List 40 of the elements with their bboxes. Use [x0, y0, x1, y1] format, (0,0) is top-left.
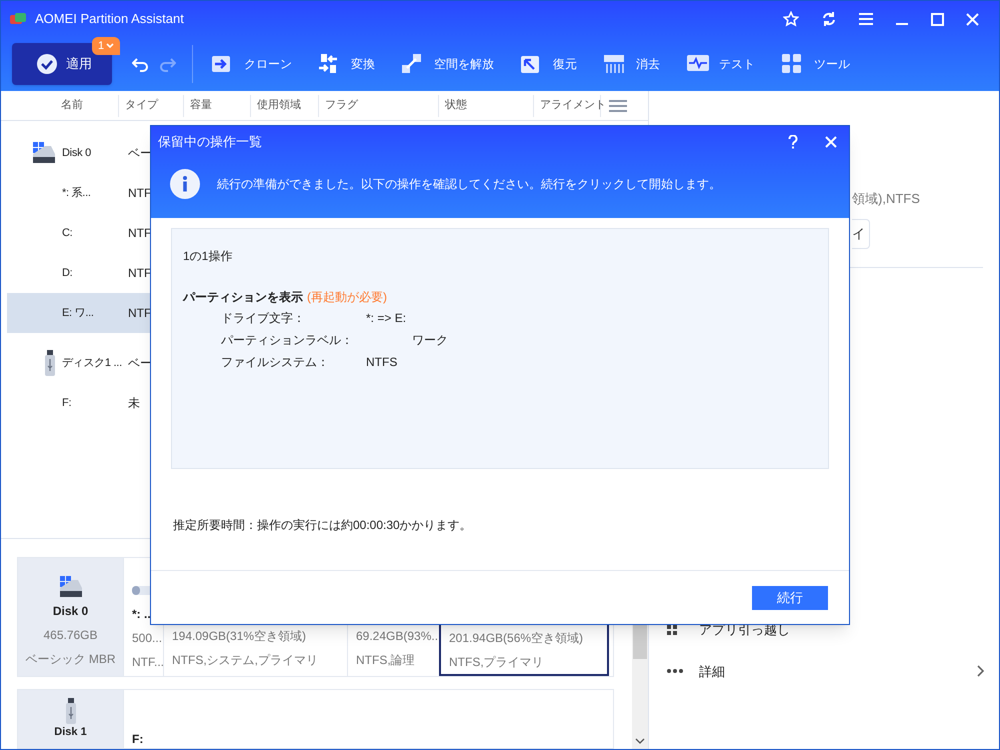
- disk-name: C:: [62, 226, 74, 241]
- partition-info: NTFS,論理: [356, 652, 416, 669]
- operation-title: パーティションを表示: [183, 289, 303, 306]
- type-text: NTF: [128, 265, 152, 282]
- disk-name: F:: [62, 396, 72, 411]
- partition-info: NTF...: [132, 654, 163, 671]
- dialog-title: 保留中の操作一覧: [158, 133, 262, 152]
- partition-name: *: ..: [132, 606, 152, 623]
- type-text: NTF: [128, 185, 152, 202]
- detail-label: パーティションラベル：: [221, 332, 354, 349]
- disk-name: Disk 0: [52, 603, 88, 620]
- partition-size: 500....: [132, 630, 163, 647]
- disk-name: ディスク1 ...: [62, 356, 123, 371]
- detail-value: ワーク: [411, 332, 448, 349]
- partition-summary-text: 領域),NTFS: [852, 191, 920, 206]
- disk-size: 465.76GB: [43, 627, 98, 644]
- type-text: 未: [128, 395, 140, 412]
- partition-size: 194.09GB(31%空き領域): [172, 628, 308, 645]
- type-text: NTF: [128, 225, 152, 242]
- operation-count: 1の1操作: [183, 248, 234, 265]
- disk-name: Disk 0: [62, 146, 92, 161]
- disk-name: Disk 1: [54, 725, 87, 740]
- detail-value: *: => E:: [366, 310, 406, 327]
- disk-name: D:: [62, 266, 74, 281]
- detail-value: NTFS: [366, 354, 398, 371]
- disk-type: ベーシック MBR: [26, 651, 116, 668]
- restart-required-note: (再起動が必要): [307, 289, 387, 306]
- partition-size: 201.94GB(56%空き領域): [449, 630, 584, 647]
- partition-info: NTFS,プライマリ: [449, 654, 545, 671]
- partition-size: 69.24GB(93%...: [356, 628, 439, 645]
- disk-name: E: ワ...: [62, 306, 95, 321]
- type-text: NTF: [128, 305, 152, 322]
- detail-label: ドライブ文字：: [221, 310, 306, 327]
- detail-label: ファイルシステム：: [221, 354, 330, 371]
- disk-name: *: 系...: [62, 186, 92, 201]
- partition-info: NTFS,システム,プライマリ: [172, 652, 319, 669]
- estimated-time-text: 推定所要時間：操作の実行には約00:00:30かかります。: [173, 517, 472, 534]
- window-title: AOMEI Partition Assistant: [35, 10, 184, 28]
- info-message: 続行の準備ができました。以下の操作を確認してください。続行をクリックして開始します。: [217, 176, 721, 193]
- partition-name: F:: [132, 731, 144, 748]
